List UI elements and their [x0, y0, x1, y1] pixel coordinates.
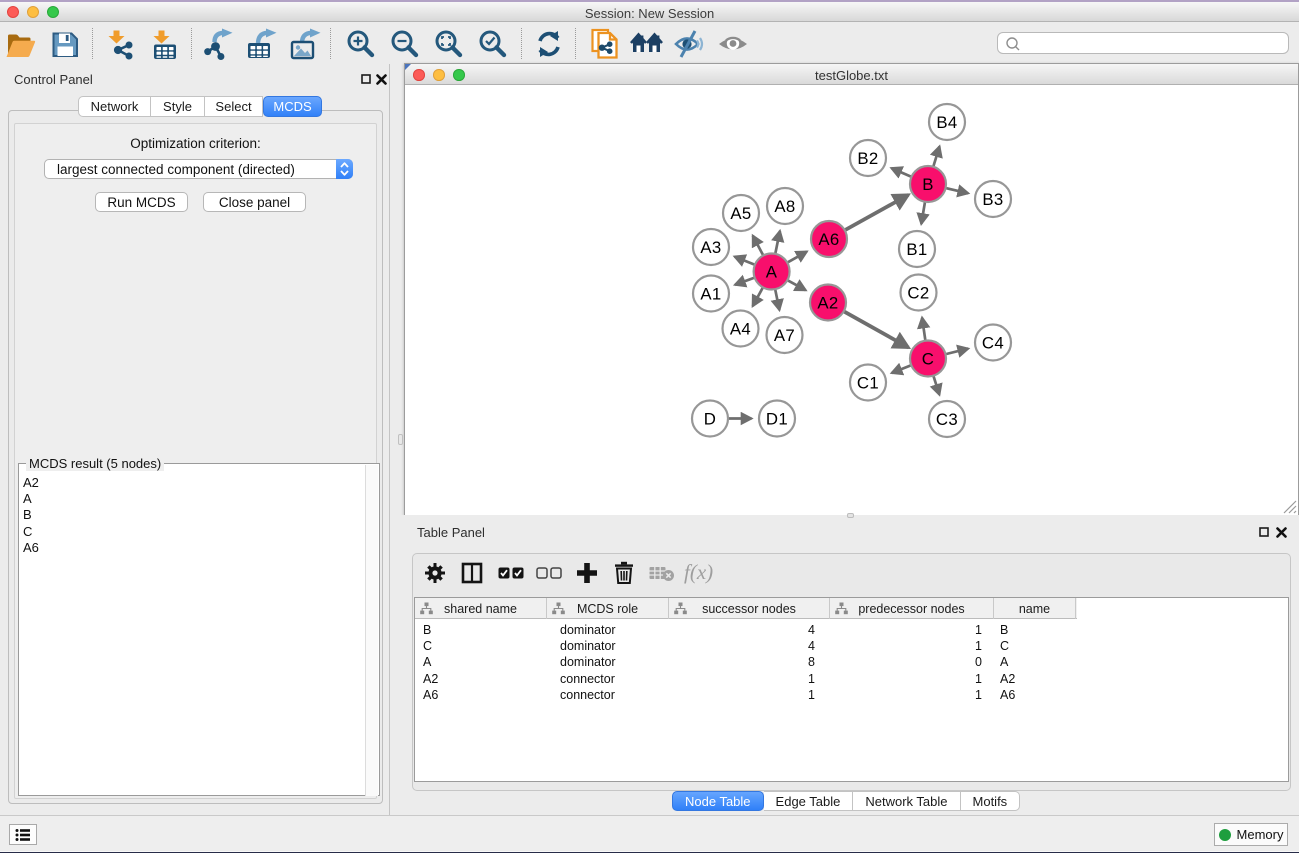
svg-text:C1: C1 — [857, 373, 879, 392]
svg-text:A1: A1 — [700, 284, 721, 303]
svg-text:C2: C2 — [907, 283, 929, 302]
svg-text:A4: A4 — [730, 319, 751, 338]
svg-text:C4: C4 — [982, 333, 1004, 352]
svg-text:B2: B2 — [857, 149, 878, 168]
svg-text:A: A — [766, 262, 778, 281]
svg-text:B: B — [922, 175, 934, 194]
svg-text:D: D — [704, 409, 717, 428]
svg-text:A7: A7 — [774, 326, 795, 345]
svg-text:B1: B1 — [906, 240, 927, 259]
svg-text:A5: A5 — [730, 204, 751, 223]
svg-text:B4: B4 — [936, 113, 957, 132]
svg-text:B3: B3 — [982, 190, 1003, 209]
svg-text:A2: A2 — [817, 293, 838, 312]
svg-text:C: C — [922, 349, 935, 368]
svg-text:C3: C3 — [936, 410, 958, 429]
svg-text:D1: D1 — [766, 409, 788, 428]
svg-text:A3: A3 — [700, 238, 721, 257]
svg-text:A8: A8 — [774, 197, 795, 216]
svg-text:A6: A6 — [818, 230, 839, 249]
